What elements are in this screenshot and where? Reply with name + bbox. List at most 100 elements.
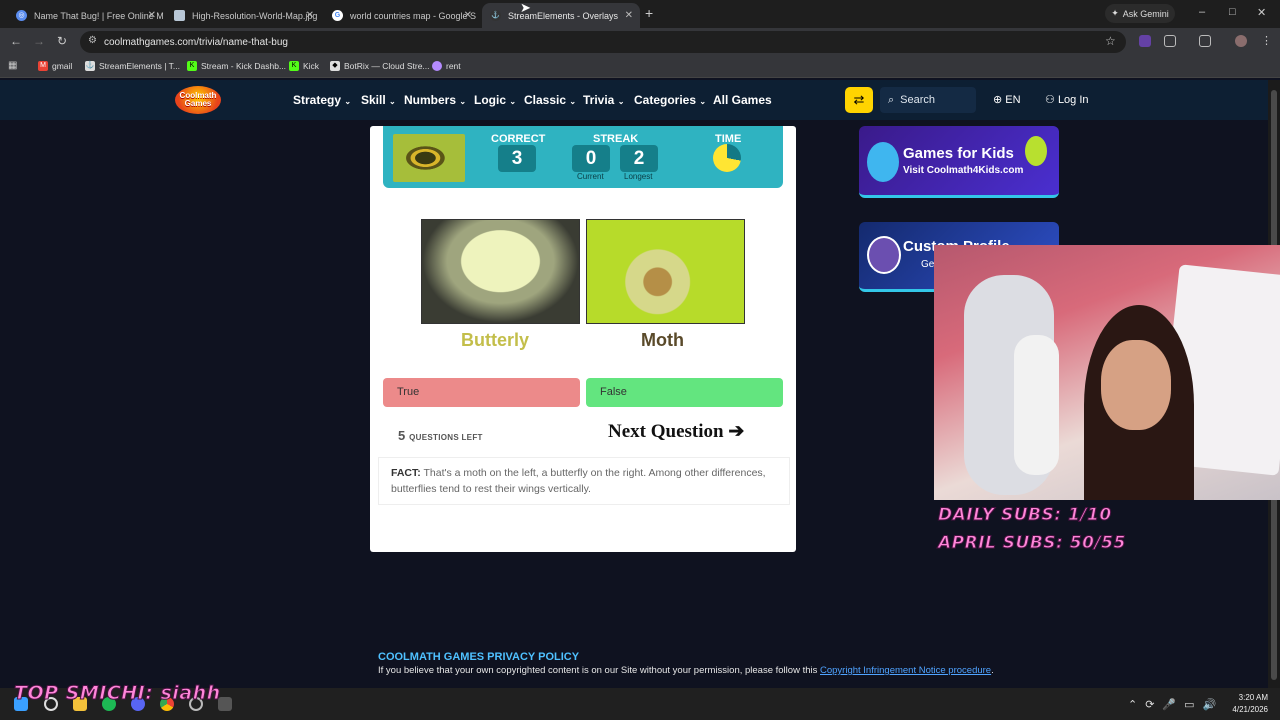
butterfly-photo <box>586 219 745 324</box>
url-text[interactable]: coolmathgames.com/trivia/name-that-bug <box>104 37 288 48</box>
ask-gemini-button[interactable]: ✦ Ask Gemini <box>1105 4 1175 23</box>
clock-date: 4/21/2026 <box>1232 705 1268 714</box>
chevron-down-icon: ⌄ <box>344 97 352 106</box>
nav-label: Strategy <box>293 93 342 107</box>
chevron-down-icon: ⌄ <box>389 97 396 106</box>
clock-time: 3:20 AM <box>1238 693 1268 702</box>
octopus-mascot-icon <box>867 142 899 182</box>
close-icon[interactable]: ✕ <box>306 10 314 21</box>
fact-box: FACT: That's a moth on the left, a butte… <box>378 457 790 505</box>
ad-title: Games for Kids <box>903 145 1014 162</box>
nav-numbers[interactable]: Numbers ⌄ <box>404 93 466 107</box>
bookmark-star-icon[interactable]: ☆ <box>1105 34 1116 48</box>
tab-name-that-bug[interactable]: ◎ Name That Bug! | Free Online M ✕ <box>8 3 163 28</box>
top-smichi-overlay: TOP SMICHI: siahh <box>14 682 221 705</box>
nav-categories[interactable]: Categories ⌄ <box>634 93 706 107</box>
close-window-button[interactable]: ✕ <box>1257 6 1266 19</box>
current-streak: 0 <box>572 145 610 172</box>
back-icon[interactable]: ← <box>10 34 22 48</box>
bookmark-kick-dashboard[interactable]: K Stream - Kick Dashb... <box>187 61 286 71</box>
google-icon: G <box>332 10 343 21</box>
nav-label: Numbers <box>404 93 457 107</box>
nav-strategy[interactable]: Strategy ⌄ <box>293 93 351 107</box>
questions-left: 5 QUESTIONS LEFT <box>398 428 483 443</box>
tab-google-search[interactable]: Gworld countries map - Google S ✕ <box>324 3 479 28</box>
profile-avatar[interactable] <box>1235 35 1247 47</box>
microphone <box>1014 335 1059 475</box>
kick-icon: K <box>187 61 197 71</box>
correct-label: CORRECT <box>491 133 546 145</box>
timer-pie <box>713 144 741 172</box>
tab-streamelements[interactable]: ⚓ StreamElements - Overlays ✕ <box>482 3 640 28</box>
wasp-thumbnail <box>393 134 465 182</box>
bookmark-label: BotRix — Cloud Stre... <box>344 61 430 71</box>
bookmark-rent[interactable]: rent <box>432 61 461 71</box>
ask-gemini-label: Ask Gemini <box>1122 8 1169 19</box>
privacy-text: If you believe that your own copyrighted… <box>378 665 818 676</box>
nav-all-games[interactable]: All Games <box>713 93 772 107</box>
side-panel-icon[interactable] <box>1199 35 1211 47</box>
chevron-down-icon: ⌄ <box>699 97 707 106</box>
login-label: Log In <box>1057 94 1089 106</box>
globe-icon: ⊕ <box>993 94 1003 106</box>
nav-label: Logic <box>474 93 506 107</box>
gmail-icon: M <box>38 61 48 71</box>
webcam-feed <box>934 245 1280 500</box>
tab-world-map[interactable]: High-Resolution-World-Map.jpg ✕ <box>166 3 321 28</box>
maximize-button[interactable]: □ <box>1229 6 1236 18</box>
chevron-down-icon: ⌄ <box>617 97 625 106</box>
ad-subtitle: Visit Coolmath4Kids.com <box>903 165 1024 176</box>
nav-label: Classic <box>524 93 567 107</box>
taskbar-clock[interactable]: 3:20 AM 4/21/2026 <box>1226 692 1268 716</box>
correct-count: 3 <box>498 145 536 172</box>
tab-title: Name That Bug! | Free Online M <box>34 10 163 21</box>
close-icon[interactable]: ✕ <box>464 10 472 21</box>
nav-classic[interactable]: Classic ⌄ <box>524 93 576 107</box>
extensions-icon[interactable] <box>1164 35 1176 47</box>
nav-trivia[interactable]: Trivia ⌄ <box>583 93 624 107</box>
language-label: EN <box>1005 94 1021 106</box>
chevron-down-icon: ⌄ <box>459 97 467 106</box>
next-question-button[interactable]: Next Question ➔ <box>608 420 744 443</box>
tab-title: world countries map - Google S <box>350 10 477 21</box>
shuffle-icon[interactable]: ⇄ <box>845 87 873 113</box>
alien-mascot-icon <box>1025 136 1047 166</box>
reload-icon[interactable]: ↻ <box>57 34 67 48</box>
search-box[interactable]: ⌕ Search <box>880 87 976 113</box>
minimize-button[interactable]: – <box>1199 6 1205 18</box>
games-for-kids-ad[interactable]: Games for Kids Visit Coolmath4Kids.com <box>859 126 1059 198</box>
moth-photo <box>421 219 580 324</box>
coolmath-logo[interactable]: Coolmath Games <box>175 86 221 114</box>
nav-skill[interactable]: Skill ⌄ <box>361 93 396 107</box>
avatar-icon <box>867 236 901 274</box>
system-tray[interactable]: ⌃⟳🎤▭🔊 <box>1128 698 1224 711</box>
next-question-label: Next Question <box>608 421 724 442</box>
fact-label: FACT: <box>391 467 421 479</box>
forward-icon[interactable]: → <box>33 34 45 48</box>
ad-subtitle: Ge <box>921 259 935 270</box>
new-tab-button[interactable]: + <box>645 5 653 21</box>
bookmark-kick[interactable]: K Kick <box>289 61 319 71</box>
questions-left-label: QUESTIONS LEFT <box>409 433 483 442</box>
bookmark-botrix[interactable]: ◆ BotRix — Cloud Stre... <box>330 61 430 71</box>
apps-grid-icon[interactable]: ▦ <box>8 60 17 71</box>
nav-logic[interactable]: Logic ⌄ <box>474 93 516 107</box>
twitch-extension-icon[interactable] <box>1139 35 1151 47</box>
privacy-policy-text: If you believe that your own copyrighted… <box>378 665 994 676</box>
bookmark-gmail[interactable]: Mgmail <box>38 61 72 71</box>
menu-icon[interactable]: ⋮ <box>1261 34 1272 47</box>
bookmark-streamelements[interactable]: ⚓ StreamElements | T... <box>85 61 180 71</box>
language-selector[interactable]: ⊕ EN <box>993 93 1021 106</box>
chevron-down-icon: ⌄ <box>509 97 517 106</box>
false-button[interactable]: False <box>586 378 783 407</box>
close-icon[interactable]: ✕ <box>625 10 633 21</box>
close-icon[interactable]: ✕ <box>148 10 156 21</box>
copyright-notice-link[interactable]: Copyright Infringement Notice procedure <box>820 665 991 676</box>
true-button[interactable]: True <box>383 378 580 407</box>
privacy-policy-heading[interactable]: COOLMATH GAMES PRIVACY POLICY <box>378 651 579 663</box>
site-info-icon[interactable]: ⚙ <box>88 35 97 46</box>
nav-label: Categories <box>634 93 697 107</box>
streak-label: STREAK <box>593 133 639 145</box>
streamelements-icon: ⚓ <box>490 10 501 21</box>
login-button[interactable]: ⚇ Log In <box>1045 93 1089 106</box>
